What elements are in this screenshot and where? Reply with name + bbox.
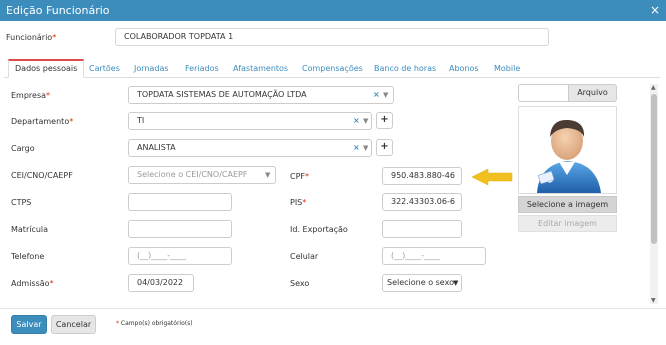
add-cargo-button[interactable]: +: [376, 139, 393, 156]
admissao-label: Admissão*: [11, 279, 54, 288]
employee-label: Funcionário*: [6, 33, 57, 42]
tab-banco-de-horas[interactable]: Banco de horas: [374, 61, 436, 80]
telefone-label: Telefone: [11, 252, 45, 261]
departamento-label: Departamento*: [11, 117, 74, 126]
chevron-down-icon[interactable]: ▼: [363, 113, 368, 129]
chevron-down-icon[interactable]: ▼: [265, 167, 270, 183]
cancel-button[interactable]: Cancelar: [51, 315, 96, 334]
close-icon[interactable]: ×: [650, 3, 660, 17]
departamento-select[interactable]: TI × ▼: [128, 112, 372, 130]
tab-abonos[interactable]: Abonos: [449, 61, 479, 80]
ctps-field[interactable]: [128, 193, 232, 211]
matricula-label: Matrícula: [11, 225, 49, 234]
ctps-label: CTPS: [11, 198, 32, 207]
tab-dados-pessoais[interactable]: Dados pessoais: [8, 59, 85, 78]
scroll-down-icon[interactable]: ▼: [651, 297, 656, 304]
tab-compensacoes[interactable]: Compensações: [302, 61, 363, 80]
tab-feriados[interactable]: Feriados: [185, 61, 219, 80]
cpf-field[interactable]: 950.483.880-46: [382, 167, 462, 185]
arrow-left-icon: [471, 168, 513, 186]
clear-icon[interactable]: ×: [353, 140, 360, 156]
edit-image-button[interactable]: Editar imagem: [518, 215, 617, 232]
cargo-value: ANALISTA: [137, 143, 176, 152]
tab-cartoes[interactable]: Cartões: [89, 61, 120, 80]
empresa-select[interactable]: TOPDATA SISTEMAS DE AUTOMAÇÃO LTDA × ▼: [128, 86, 394, 104]
cei-label: CEI/CNO/CAEPF: [11, 171, 73, 180]
cargo-select[interactable]: ANALISTA × ▼: [128, 139, 372, 157]
id-exportacao-field[interactable]: [382, 220, 462, 238]
clear-icon[interactable]: ×: [373, 87, 380, 103]
modal-footer: [0, 308, 666, 345]
add-departamento-button[interactable]: +: [376, 112, 393, 129]
employee-photo: [518, 106, 617, 194]
select-image-button[interactable]: Selecione a imagem: [518, 196, 617, 213]
window-titlebar: Edição Funcionário ×: [0, 0, 666, 21]
avatar-icon: [537, 119, 601, 193]
empresa-value: TOPDATA SISTEMAS DE AUTOMAÇÃO LTDA: [137, 90, 307, 99]
chevron-down-icon[interactable]: ▼: [363, 140, 368, 156]
tab-afastamentos[interactable]: Afastamentos: [233, 61, 288, 80]
tab-jornadas[interactable]: Jornadas: [134, 61, 169, 80]
celular-label: Celular: [290, 252, 319, 261]
employee-field[interactable]: COLABORADOR TOPDATA 1: [115, 28, 549, 46]
arquivo-button[interactable]: Arquivo: [568, 84, 617, 102]
scrollbar[interactable]: ▲ ▼: [650, 84, 658, 304]
scrollbar-thumb[interactable]: [651, 94, 657, 244]
departamento-value: TI: [137, 116, 145, 125]
empresa-label: Empresa*: [11, 91, 51, 100]
save-button[interactable]: Salvar: [11, 315, 47, 334]
celular-field[interactable]: (__)____-____: [382, 247, 486, 265]
telefone-field[interactable]: (__)____-____: [128, 247, 232, 265]
tab-mobile[interactable]: Mobile: [494, 61, 520, 80]
admissao-field[interactable]: 04/03/2022: [128, 274, 194, 292]
sexo-label: Sexo: [290, 279, 310, 288]
sexo-select[interactable]: Selecione o sexo ▼: [382, 274, 462, 292]
photo-file-field[interactable]: [518, 84, 568, 102]
scroll-up-icon[interactable]: ▲: [651, 84, 656, 91]
cei-select[interactable]: Selecione o CEI/CNO/CAEPF ▼: [128, 166, 276, 184]
tab-bar: Dados pessoais Cartões Jornadas Feriados…: [4, 59, 660, 78]
cei-placeholder: Selecione o CEI/CNO/CAEPF: [137, 170, 248, 179]
cpf-label: CPF*: [290, 172, 310, 181]
chevron-down-icon[interactable]: ▼: [383, 87, 388, 103]
pis-field[interactable]: 322.43303.06-6: [382, 193, 462, 211]
cargo-label: Cargo: [11, 144, 35, 153]
matricula-field[interactable]: [128, 220, 232, 238]
window-title: Edição Funcionário: [6, 4, 110, 17]
photo-file-input[interactable]: Arquivo: [518, 84, 617, 102]
chevron-down-icon[interactable]: ▼: [453, 275, 458, 291]
pis-label: PIS*: [290, 198, 307, 207]
id-exportacao-label: Id. Exportação: [290, 225, 348, 234]
required-fields-note: * Campo(s) obrigatório(s): [116, 320, 193, 327]
clear-icon[interactable]: ×: [353, 113, 360, 129]
sexo-placeholder: Selecione o sexo: [387, 278, 454, 287]
